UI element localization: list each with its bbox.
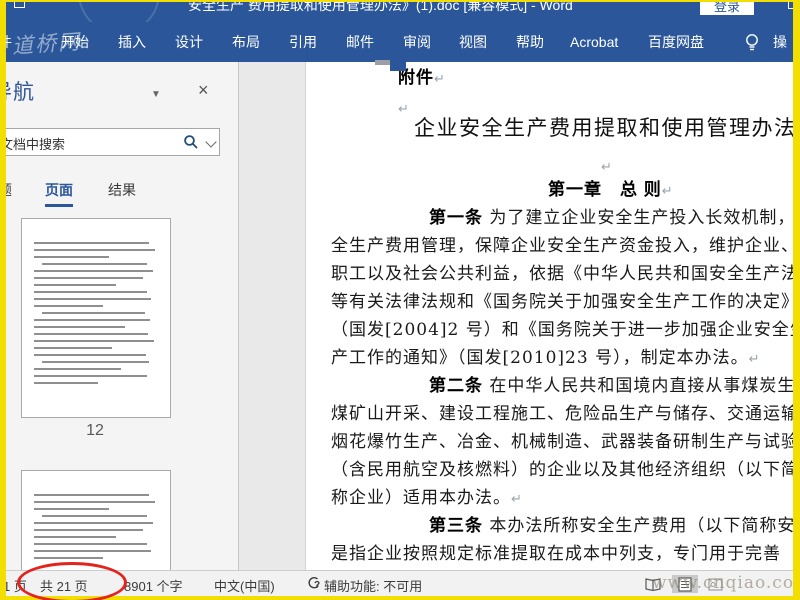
ribbon-tab-9[interactable]: 视图 <box>459 22 487 62</box>
document-line-18: 是指企业按照规定标准提取在成本中列支，专门用于完善 <box>331 544 781 564</box>
document-line-9: 等有关法律法规和《国务院关于加强安全生产工作的决定》 <box>331 292 799 312</box>
document-line-13: 煤矿山开采、建设工程施工、危险品生产与储存、交通运输、 <box>331 404 800 424</box>
accessibility-icon: ? <box>306 576 321 592</box>
document-line-12: 第二条 在中华人民共和国境内直接从事煤炭生产、非 <box>429 376 800 396</box>
ribbon-tab-3[interactable]: 插入 <box>118 22 146 62</box>
ribbon-tab-1[interactable]: 文件 <box>0 22 12 62</box>
document-line-10: （国发[2004]2 号）和《国务院关于进一步加强企业安全生 <box>331 320 800 340</box>
ribbon-tab-5[interactable]: 布局 <box>232 22 260 62</box>
status-total-pages[interactable]: 共 21 页 <box>40 576 88 595</box>
navigation-close-icon[interactable]: × <box>198 80 209 101</box>
ribbon-edge-marker-gray <box>375 60 390 65</box>
tell-me-hint-text[interactable]: 操 <box>773 22 787 62</box>
navigation-tabs: 标题 页面 结果 <box>0 174 238 207</box>
document-line-5: 第一章 总 则↵ <box>548 180 674 199</box>
ribbon-options-icon[interactable] <box>788 0 800 9</box>
document-line-17: 第三条 本办法所称安全生产费用（以下简称安全费用） <box>429 516 800 536</box>
nav-tab-3[interactable]: 结果 <box>108 180 136 200</box>
status-page-indicator[interactable]: 1 页 <box>3 576 27 595</box>
nav-tab-2[interactable]: 页面 <box>45 180 73 207</box>
ribbon-tab-4[interactable]: 设计 <box>175 22 203 62</box>
url-watermark: www.cnqiao.com— <box>652 573 800 593</box>
watermark-circle <box>78 0 160 22</box>
ribbon-tab-row: 文件开始插入设计布局引用邮件审阅视图帮助Acrobat百度网盘 操 <box>0 22 800 62</box>
status-bar: 1 页 共 21 页 8901 个字 中文(中国) ? 辅助功能: 不可用 ww… <box>0 570 800 597</box>
status-language[interactable]: 中文(中国) <box>214 576 275 595</box>
page-thumbnail-1[interactable] <box>21 218 171 418</box>
tell-me-lightbulb-icon[interactable] <box>744 33 760 56</box>
login-button[interactable]: 登录 <box>700 0 754 15</box>
document-line-14: 烟花爆竹生产、冶金、机械制造、武器装备研制生产与试验 <box>331 432 799 452</box>
ribbon-edge-marker-blue <box>390 58 406 71</box>
document-line-16: 称企业）适用本办法。↵ <box>331 488 523 508</box>
window-title: 安全生产 费用提取和使用管理办法》(1).doc [兼容模式] - Word <box>188 0 573 13</box>
ribbon-tab-6[interactable]: 引用 <box>289 22 317 62</box>
page-thumbnail-2[interactable] <box>21 470 171 570</box>
svg-text:?: ? <box>314 580 320 591</box>
ribbon-tab-12[interactable]: 百度网盘 <box>648 22 704 62</box>
search-options-chevron-icon[interactable] <box>205 136 217 148</box>
document-line-3: 企业安全生产费用提取和使用管理办法↵ <box>414 116 800 140</box>
ribbon-tab-7[interactable]: 邮件 <box>346 22 374 62</box>
navigation-dropdown-icon[interactable]: ▼ <box>151 89 161 100</box>
brand-watermark: 道桥网 <box>11 29 82 59</box>
navigation-pane-title: 导航 <box>0 81 35 104</box>
document-line-15: （含民用航空及核燃料）的企业以及其他经济组织（以下简 <box>331 460 799 480</box>
document-line-7: 全生产费用管理，保障企业安全生产资金投入，维护企业、 <box>331 236 799 256</box>
page-thumbnail-label-1: 12 <box>86 422 104 439</box>
search-icon[interactable] <box>183 134 199 155</box>
ribbon-tab-8[interactable]: 审阅 <box>403 22 431 62</box>
document-line-11: 产工作的通知》（国发[2010]23 号），制定本办法。↵ <box>331 348 761 368</box>
title-bar: ▼ 安全生产 费用提取和使用管理办法》(1).doc [兼容模式] - Word… <box>0 0 800 22</box>
ribbon-tab-10[interactable]: 帮助 <box>516 22 544 62</box>
status-word-count[interactable]: 8901 个字 <box>124 576 183 595</box>
document-workspace <box>239 62 305 570</box>
document-search-input[interactable]: 在文档中搜索 <box>0 128 220 156</box>
document-line-6: 第一条 为了建立企业安全生产投入长效机制，加强安 <box>429 208 800 228</box>
status-accessibility[interactable]: 辅助功能: 不可用 <box>324 576 422 595</box>
ribbon-tab-11[interactable]: Acrobat <box>570 22 618 62</box>
navigation-pane: 导航 ▼ × 在文档中搜索 标题 页面 结果 12 <box>0 62 238 570</box>
search-placeholder: 在文档中搜索 <box>0 137 66 152</box>
word-window: ▼ 安全生产 费用提取和使用管理办法》(1).doc [兼容模式] - Word… <box>0 0 800 600</box>
document-page[interactable]: 附件↵↵企业安全生产费用提取和使用管理办法↵↵第一章 总 则↵第一条 为了建立企… <box>305 62 800 570</box>
document-line-2: ↵ <box>398 102 410 117</box>
nav-tab-1[interactable]: 标题 <box>0 180 12 200</box>
document-line-8: 职工以及社会公共利益，依据《中华人民共和国安全生产法》 <box>331 264 800 284</box>
quick-access-save-icon[interactable] <box>14 0 25 8</box>
